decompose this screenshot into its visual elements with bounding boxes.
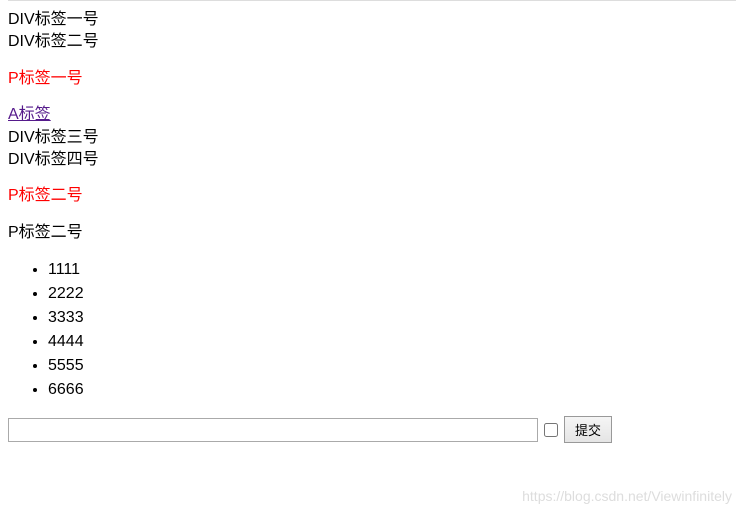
text-input[interactable] (8, 418, 538, 442)
list-item: 5555 (48, 354, 736, 378)
watermark-text: https://blog.csdn.net/Viewinfinitely (522, 488, 732, 504)
main-content: DIV标签一号 DIV标签二号 P标签一号 A标签 DIV标签三号 DIV标签四… (0, 1, 744, 451)
a-tag-link[interactable]: A标签 (8, 104, 51, 126)
p-tag-2-black: P标签二号 (8, 222, 736, 244)
div-tag-4: DIV标签四号 (8, 149, 736, 171)
div-tag-1: DIV标签一号 (8, 9, 736, 31)
p-tag-1-red: P标签一号 (8, 68, 736, 90)
list-item: 4444 (48, 330, 736, 354)
unordered-list: 1111 2222 3333 4444 5555 6666 (8, 258, 736, 402)
submit-button[interactable]: 提交 (564, 416, 612, 443)
list-item: 6666 (48, 378, 736, 402)
checkbox-input[interactable] (544, 423, 558, 437)
list-item: 3333 (48, 306, 736, 330)
list-item: 1111 (48, 258, 736, 282)
form-row: 提交 (8, 416, 736, 443)
list-item: 2222 (48, 282, 736, 306)
div-tag-3: DIV标签三号 (8, 127, 736, 149)
div-tag-2: DIV标签二号 (8, 31, 736, 53)
p-tag-2-red: P标签二号 (8, 185, 736, 207)
